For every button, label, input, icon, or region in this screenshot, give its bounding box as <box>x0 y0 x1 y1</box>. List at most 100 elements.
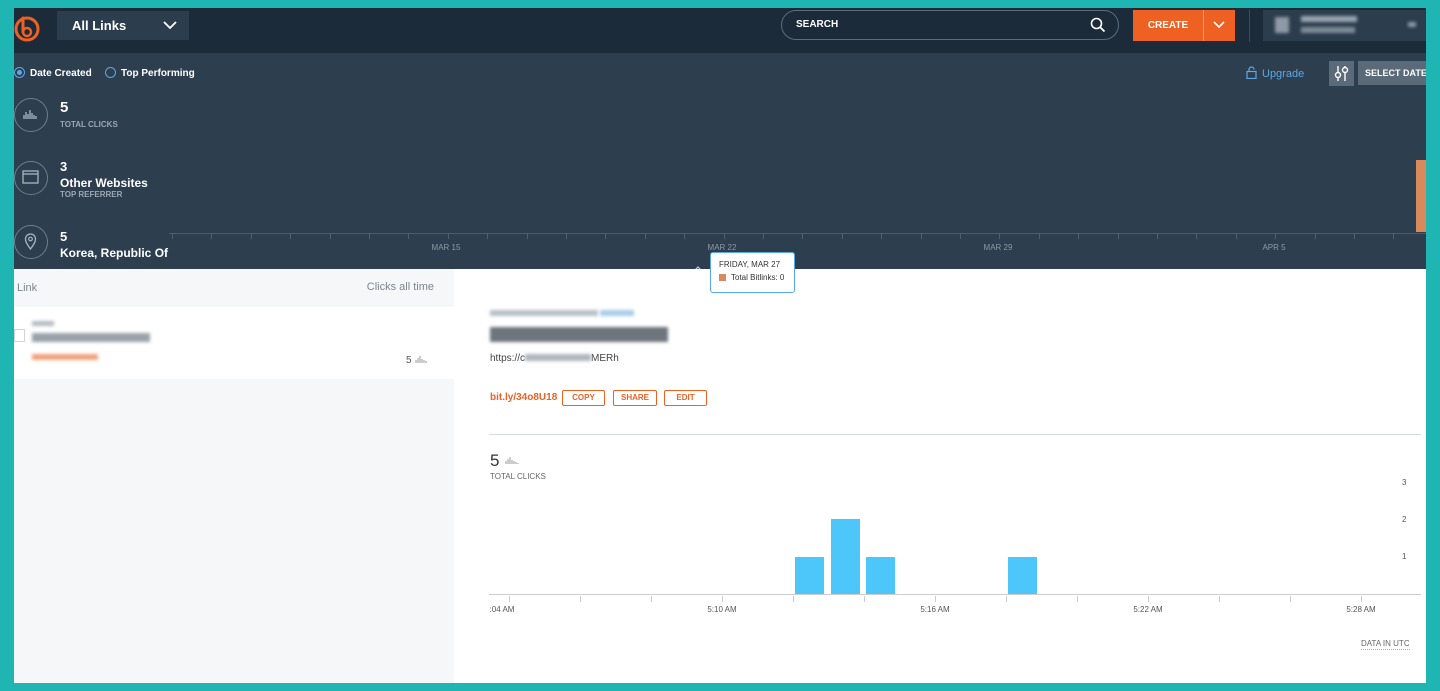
link-list-panel: Link Clicks all time 5 <box>14 269 454 683</box>
list-item[interactable]: 5 <box>14 307 454 379</box>
timeline-axis <box>169 233 1426 234</box>
x-tick <box>651 596 652 602</box>
timeline-tick <box>251 233 252 239</box>
upgrade-link[interactable]: Upgrade <box>1246 66 1304 80</box>
timeline-tick <box>408 233 409 239</box>
tooltip-date: FRIDAY, MAR 27 <box>719 260 781 269</box>
search-input[interactable]: SEARCH <box>781 10 1119 40</box>
timeline-tick <box>290 233 291 239</box>
radio-date-created-label: Date Created <box>30 68 92 80</box>
x-tick <box>1290 596 1291 602</box>
timeline-tick <box>921 233 922 239</box>
tooltip-legend-swatch <box>719 274 726 281</box>
timeline-tick <box>1196 233 1197 239</box>
x-tick <box>1077 596 1078 602</box>
radio-date-created[interactable]: Date Created <box>14 67 92 80</box>
x-tick <box>935 596 936 602</box>
timeline-label: APR 5 <box>1262 243 1286 252</box>
upgrade-label: Upgrade <box>1262 68 1305 80</box>
timeline-tick <box>645 233 646 239</box>
timeline-label: MAR 15 <box>431 243 461 252</box>
top-referrer-label: TOP REFERRER <box>60 190 123 199</box>
chart-baseline <box>489 594 1421 595</box>
radio-top-performing[interactable]: Top Performing <box>105 67 195 80</box>
x-tick-label: 5:28 AM <box>1346 605 1376 614</box>
timeline-tick <box>487 233 488 239</box>
column-header-link: Link <box>17 282 38 294</box>
analytics-panel: Date Created Top Performing Upgrade SELE… <box>14 53 1426 272</box>
chart-bar[interactable] <box>795 557 824 594</box>
create-button-label: CREATE <box>1147 20 1189 31</box>
x-tick-label: 5:16 AM <box>920 605 950 614</box>
total-clicks-label: TOTAL CLICKS <box>60 120 118 129</box>
filter-settings-button[interactable] <box>1329 61 1354 86</box>
radio-top-performing-label: Top Performing <box>121 68 195 80</box>
y-tick-label: 3 <box>1402 478 1407 487</box>
x-tick-label: :04 AM <box>489 605 515 614</box>
x-tick <box>1148 596 1149 602</box>
radio-unselected-icon <box>105 67 116 78</box>
x-tick <box>793 596 794 602</box>
timeline-tick <box>330 233 331 239</box>
timeline-label: MAR 29 <box>983 243 1013 252</box>
timeline-tick <box>842 233 843 239</box>
user-account-menu[interactable] <box>1263 10 1426 41</box>
timeline-tick <box>1315 233 1316 239</box>
account-name <box>1301 16 1357 22</box>
select-checkbox[interactable] <box>14 329 25 342</box>
location-pin-icon <box>14 225 48 259</box>
sliders-icon <box>1334 66 1349 81</box>
account-plan <box>1301 27 1355 33</box>
top-navigation-bar: All Links SEARCH CREATE <box>14 8 1426 53</box>
y-tick-label: 2 <box>1402 515 1407 524</box>
chevron-down-icon[interactable] <box>1213 21 1225 29</box>
create-divider <box>1203 10 1204 41</box>
clicks-bar-chart: :04 AM 5:10 AM 5:16 AM 5:22 AM 5:28 AM 1 2 3 <box>454 269 1426 683</box>
create-button[interactable]: CREATE <box>1133 10 1235 41</box>
divider <box>1249 10 1250 42</box>
timeline-tick <box>960 233 961 239</box>
timeline-tick <box>1393 233 1394 239</box>
chart-bar[interactable] <box>831 519 860 594</box>
x-tick <box>1361 596 1362 602</box>
chevron-down-icon <box>1408 22 1416 27</box>
all-links-label: All Links <box>72 18 127 33</box>
timeline-label: MAR 22 <box>707 243 737 252</box>
timeline-tick <box>999 233 1000 239</box>
radio-selected-icon <box>14 67 25 78</box>
tooltip-series: Total Bitlinks: 0 <box>731 273 785 282</box>
top-location-value: 5 <box>60 229 68 244</box>
top-referrer-name: Other Websites <box>60 176 148 190</box>
x-tick <box>580 596 581 602</box>
x-tick-label: 5:22 AM <box>1133 605 1163 614</box>
timeline-tick <box>684 233 685 239</box>
chart-bar[interactable] <box>1008 557 1037 594</box>
x-tick <box>1219 596 1220 602</box>
timeline-tick <box>172 233 173 239</box>
y-tick-label: 1 <box>1402 552 1407 561</box>
avatar <box>1275 17 1289 33</box>
chart-tooltip: FRIDAY, MAR 27 Total Bitlinks: 0 <box>710 252 795 293</box>
x-tick <box>1006 596 1007 602</box>
link-date <box>32 321 54 326</box>
timeline-tick <box>566 233 567 239</box>
lock-icon <box>1246 66 1257 80</box>
timeline-tick <box>1039 233 1040 239</box>
list-item-clicks-value: 5 <box>406 355 412 366</box>
timeline-bar-today[interactable] <box>1416 160 1426 232</box>
x-tick <box>864 596 865 602</box>
top-referrer-value: 3 <box>60 159 68 174</box>
timeline-tick <box>448 233 449 239</box>
timeline-tick <box>1354 233 1355 239</box>
timeline-tick <box>881 233 882 239</box>
link-title <box>32 333 150 342</box>
x-tick <box>722 596 723 602</box>
all-links-dropdown[interactable]: All Links <box>57 11 189 40</box>
search-icon[interactable] <box>1090 17 1106 33</box>
app-frame: All Links SEARCH CREATE Date Created Top… <box>14 8 1426 683</box>
select-date-button[interactable]: SELECT DATE <box>1358 61 1426 85</box>
chart-bar[interactable] <box>866 557 895 594</box>
timeline-tick <box>1118 233 1119 239</box>
timeline-tick <box>527 233 528 239</box>
bitly-logo-icon[interactable] <box>14 12 42 42</box>
